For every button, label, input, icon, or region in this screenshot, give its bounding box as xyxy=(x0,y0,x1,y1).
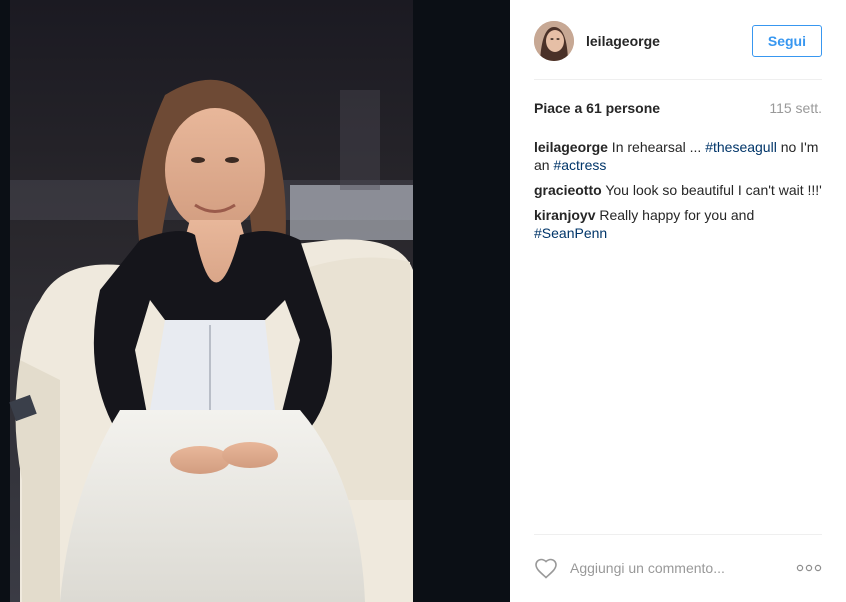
avatar[interactable] xyxy=(534,21,574,61)
more-options-icon[interactable] xyxy=(796,564,822,572)
heart-icon[interactable] xyxy=(534,557,558,579)
follow-button[interactable]: Segui xyxy=(751,25,822,57)
post-photo-pane xyxy=(0,0,510,602)
author-username[interactable]: leilageorge xyxy=(586,33,752,49)
post-header: leilageorge Segui xyxy=(534,20,822,62)
comment: leilageorge In rehearsal ... #theseagull… xyxy=(534,138,822,174)
actions-divider xyxy=(534,534,822,535)
post-actions xyxy=(534,550,822,586)
add-comment-input[interactable] xyxy=(570,560,796,576)
comment: kiranjoyv Really happy for you and #Sean… xyxy=(534,206,822,242)
hashtag-link[interactable]: #theseagull xyxy=(705,139,777,155)
comment-text: You look so beautiful I can't wait !!!' xyxy=(601,182,822,198)
comment-username[interactable]: kiranjoyv xyxy=(534,207,595,223)
comment: gracieotto You look so beautiful I can't… xyxy=(534,181,822,199)
post-sidebar: leilageorge Segui Piace a 61 persone 115… xyxy=(510,0,846,602)
comments-list: leilageorge In rehearsal ... #theseagull… xyxy=(534,138,822,249)
comment-text: In rehearsal ... xyxy=(607,139,706,155)
comment-username[interactable]: gracieotto xyxy=(534,182,602,198)
likes-row: Piace a 61 persone 115 sett. xyxy=(534,100,822,116)
comment-username[interactable]: leilageorge xyxy=(534,139,608,155)
likes-count[interactable]: Piace a 61 persone xyxy=(534,100,660,116)
hashtag-link[interactable]: #SeanPenn xyxy=(534,225,607,241)
hashtag-link[interactable]: #actress xyxy=(553,157,606,173)
post-timestamp[interactable]: 115 sett. xyxy=(769,100,822,116)
post-photo[interactable] xyxy=(0,0,510,602)
comment-text: Really happy for you and xyxy=(595,207,755,223)
header-divider xyxy=(534,79,822,80)
